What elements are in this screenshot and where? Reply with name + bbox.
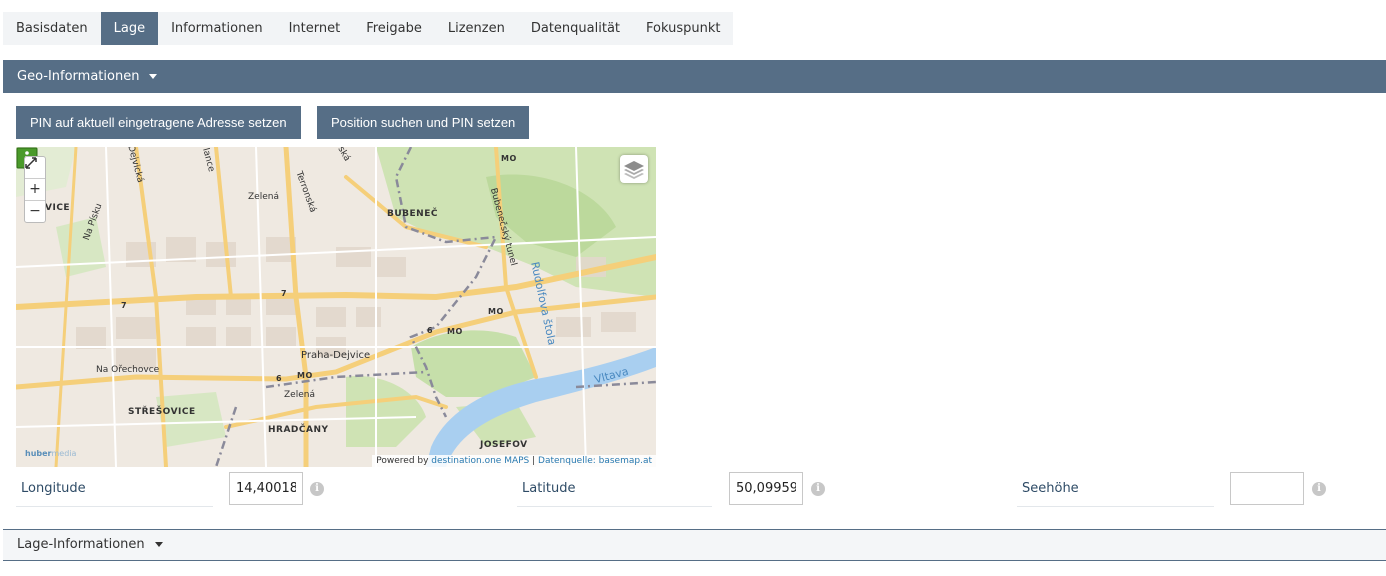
latitude-info-icon[interactable]: i	[811, 482, 825, 496]
tab-datenqualitaet[interactable]: Datenqualität	[518, 12, 633, 45]
tab-internet[interactable]: Internet	[276, 12, 354, 45]
map-label-hradcany: HRADČANY	[268, 425, 329, 435]
geo-informationen-title: Geo-Informationen	[17, 69, 140, 84]
attribution-link-basemap[interactable]: Datenquelle: basemap.at	[538, 456, 652, 466]
seehoehe-input[interactable]	[1230, 472, 1304, 505]
map-label-vice: VICE	[45, 203, 71, 213]
map-tiles	[16, 147, 656, 467]
layers-icon[interactable]	[620, 155, 648, 183]
map-label-mo-4: MO	[297, 371, 313, 380]
search-position-button[interactable]: Position suchen und PIN setzen	[317, 106, 530, 139]
longitude-info-icon[interactable]: i	[310, 482, 324, 496]
tab-basisdaten[interactable]: Basisdaten	[3, 12, 101, 45]
tab-freigabe[interactable]: Freigabe	[353, 12, 435, 45]
latitude-label: Latitude	[517, 471, 712, 507]
brand-text-a: huber	[25, 449, 52, 458]
map-label-josefov: JOSEFOV	[480, 440, 528, 450]
map-label-route-6b: 6	[276, 374, 283, 383]
pin-address-button[interactable]: PIN auf aktuell eingetragene Adresse set…	[16, 106, 301, 139]
map-view[interactable]: BUBENEČ STŘEŠOVICE HRADČANY JOSEFOV Prah…	[16, 147, 656, 467]
seehoehe-label: Seehöhe	[1017, 471, 1214, 507]
caret-down-icon	[154, 542, 163, 547]
map-label-praha-dejvice: Praha-Dejvice	[301, 350, 371, 361]
tab-fokuspunkt[interactable]: Fokuspunkt	[633, 12, 733, 45]
tab-lizenzen[interactable]: Lizenzen	[435, 12, 518, 45]
lage-informationen-title: Lage-Informationen	[17, 537, 145, 552]
map-label-mo-1: MO	[501, 154, 517, 163]
map-label-stresovice: STŘEŠOVICE	[128, 407, 196, 417]
tab-lage[interactable]: Lage	[100, 12, 159, 45]
map-label-na-orechovce: Na Ořechovce	[96, 365, 160, 375]
map-label-zelena2: Zelená	[284, 390, 315, 400]
attribution-prefix: Powered by	[376, 456, 432, 466]
latitude-input[interactable]	[729, 472, 803, 505]
longitude-label: Longitude	[16, 471, 213, 507]
map-label-zelena: Zelená	[248, 192, 279, 202]
tab-informationen[interactable]: Informationen	[158, 12, 276, 45]
map-label-mo-2: MO	[488, 307, 504, 316]
brand-text-b: media	[51, 449, 77, 458]
map-label-route-7b: 7	[281, 289, 288, 298]
attribution-link-destination[interactable]: destination.one MAPS	[431, 456, 529, 466]
caret-down-icon	[149, 74, 158, 79]
lage-informationen-header[interactable]: Lage-Informationen	[3, 529, 1386, 561]
fullscreen-icon[interactable]	[25, 157, 45, 179]
zoom-out-button[interactable]: −	[25, 201, 45, 222]
longitude-input[interactable]	[229, 472, 303, 505]
seehoehe-info-icon[interactable]: i	[1312, 482, 1326, 496]
tab-bar: Basisdaten Lage Informationen Internet F…	[3, 12, 734, 45]
zoom-in-button[interactable]: +	[25, 179, 45, 201]
map-label-route-6a: 6	[427, 326, 434, 335]
attribution-separator: |	[529, 456, 539, 466]
map-label-bubenec: BUBENEČ	[387, 209, 438, 219]
zoom-controls: + −	[24, 156, 46, 223]
map-attribution: Powered by destination.one MAPS | Datenq…	[372, 455, 656, 467]
map-label-mo-3: MO	[447, 327, 463, 336]
map-label-route-7a: 7	[121, 301, 128, 310]
hubermedia-logo: hubermedia	[25, 449, 76, 458]
geo-informationen-header[interactable]: Geo-Informationen	[3, 60, 1386, 93]
